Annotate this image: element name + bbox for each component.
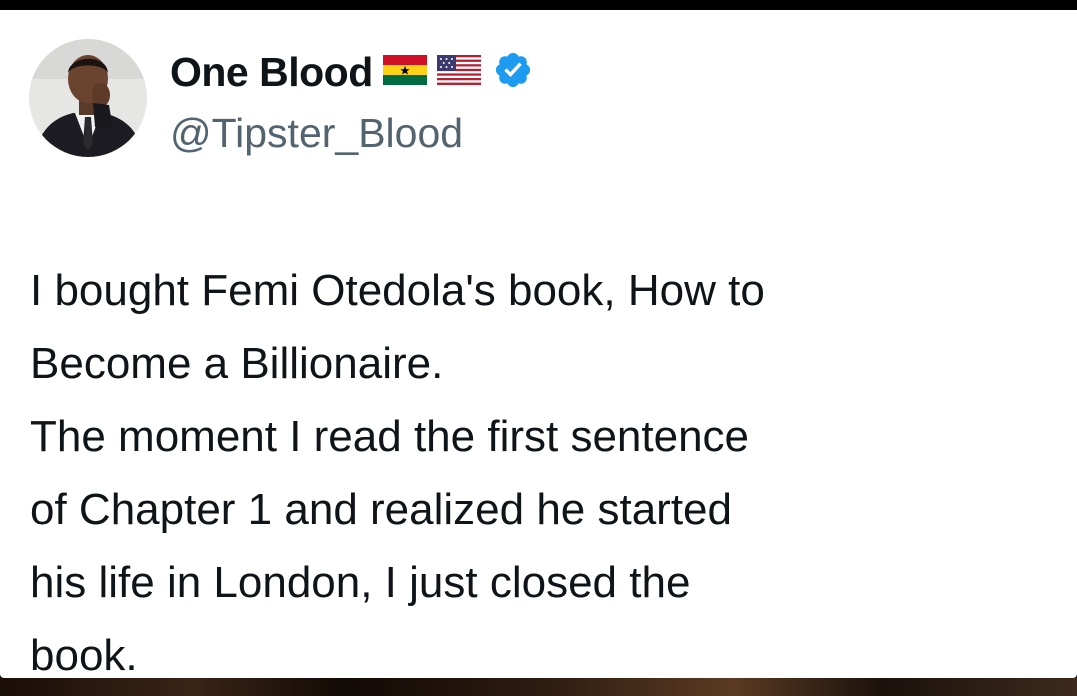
tweet-text-line: I bought Femi Otedola's book, How to (30, 266, 765, 315)
verified-badge-icon[interactable] (493, 50, 533, 95)
ghana-flag-icon (382, 54, 427, 90)
usa-flag-icon (436, 54, 481, 90)
tweet-text-line: his life in London, I just closed the (30, 558, 691, 607)
avatar[interactable] (29, 39, 147, 157)
tweet-text-line: The moment I read the first sentence (30, 412, 750, 461)
author-handle[interactable]: @Tipster_Blood (170, 110, 463, 157)
tweet-text-line: of Chapter 1 and realized he started (30, 485, 733, 534)
tweet-body: I bought Femi Otedola's book, How to Bec… (30, 254, 1050, 692)
avatar-photo (29, 39, 147, 157)
tweet-text-line: Become a Billionaire. (30, 339, 444, 388)
tweet-card[interactable]: One Blood @Tipster_Blood I bought Femi O… (0, 10, 1077, 680)
author-name-row[interactable]: One Blood (170, 46, 533, 98)
background-photo-strip (0, 678, 1077, 696)
author-display-name[interactable]: One Blood (170, 49, 373, 96)
screenshot-frame: One Blood @Tipster_Blood I bought Femi O… (0, 0, 1077, 696)
